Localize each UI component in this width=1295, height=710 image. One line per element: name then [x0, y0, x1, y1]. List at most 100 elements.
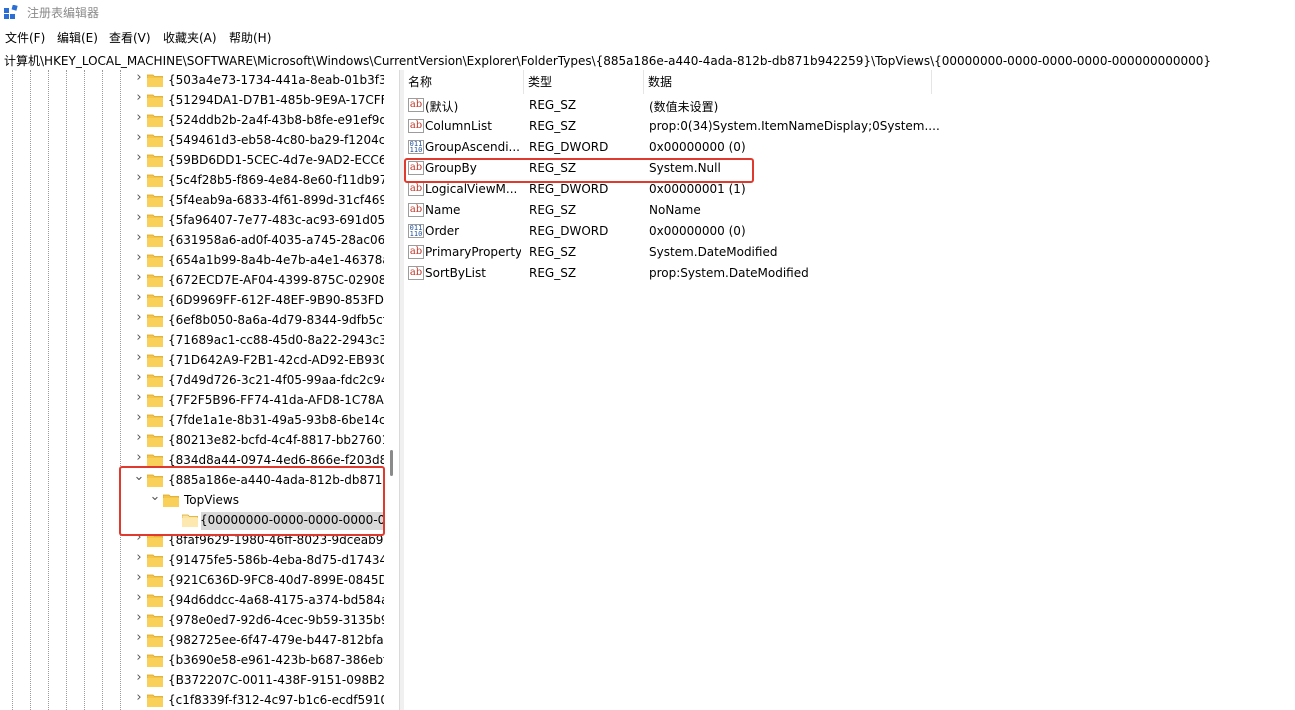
expand-chevron-icon[interactable]: › [133, 411, 145, 424]
tree-node[interactable]: › {549461d3-eb58-4c80-ba29-f1204c4 [0, 131, 384, 151]
address-path[interactable]: 计算机\HKEY_LOCAL_MACHINE\SOFTWARE\Microsof… [4, 52, 1211, 69]
value-row[interactable]: 011 110 GroupAscendi... REG_DWORD 0x00000000… [404, 137, 1295, 158]
tree-node[interactable]: › {5c4f28b5-f869-4e84-8e60-f11db97c [0, 171, 384, 191]
column-header-name[interactable]: 名称 [404, 70, 524, 94]
expand-chevron-icon[interactable]: › [133, 431, 145, 444]
tree-node[interactable]: › {6D9969FF-612F-48EF-9B90-853FD82 [0, 291, 384, 311]
expand-chevron-icon[interactable]: › [133, 631, 145, 644]
value-row[interactable]: ab Name REG_SZ NoName [404, 200, 1295, 221]
expand-chevron-icon[interactable]: › [133, 251, 145, 264]
expand-chevron-icon[interactable]: › [133, 371, 145, 384]
tree-node-label: {885a186e-a440-4ada-812b-db871b [168, 473, 384, 487]
tree-node[interactable]: › {7F2F5B96-FF74-41da-AFD8-1C78A5F [0, 391, 384, 411]
tree-node[interactable]: › {8faf9629-1980-46ff-8023-9dceab9c [0, 531, 384, 551]
expand-chevron-icon[interactable]: › [133, 211, 145, 224]
column-header-data[interactable]: 数据 [644, 70, 932, 94]
expand-chevron-icon[interactable]: › [133, 71, 145, 84]
value-data: NoName [649, 203, 701, 217]
tree-node[interactable]: › {5f4eab9a-6833-4f61-899d-31cf4697 [0, 191, 384, 211]
expand-chevron-icon[interactable]: › [133, 131, 145, 144]
folder-icon [147, 614, 163, 627]
expand-chevron-icon[interactable]: › [133, 271, 145, 284]
tree-node[interactable]: › {5fa96407-7e77-483c-ac93-691d058 [0, 211, 384, 231]
folder-icon [147, 154, 163, 167]
menu-edit[interactable]: 编辑(E) [57, 29, 98, 46]
expand-chevron-icon[interactable]: › [133, 531, 145, 544]
value-data: System.Null [649, 161, 721, 175]
expand-chevron-icon[interactable]: › [133, 331, 145, 344]
tree-node[interactable]: › {51294DA1-D7B1-485b-9E9A-17CFFE [0, 91, 384, 111]
tree-node[interactable]: › {7d49d726-3c21-4f05-99aa-fdc2c947 [0, 371, 384, 391]
expand-chevron-icon[interactable]: › [133, 91, 145, 104]
tree-node[interactable]: › {672ECD7E-AF04-4399-875C-029084 [0, 271, 384, 291]
tree-node[interactable]: › {80213e82-bcfd-4c4f-8817-bb27601 [0, 431, 384, 451]
menu-view[interactable]: 查看(V) [109, 29, 151, 46]
tree-node-label: {654a1b99-8a4b-4e7b-a4e1-46378a [168, 253, 384, 267]
collapse-chevron-icon[interactable]: ⌄ [133, 470, 145, 483]
tree-node[interactable]: › {71D642A9-F2B1-42cd-AD92-EB9300 [0, 351, 384, 371]
tree-node[interactable]: › {94d6ddcc-4a68-4175-a374-bd584a [0, 591, 384, 611]
collapse-chevron-icon[interactable]: ⌄ [149, 490, 161, 503]
tree-node[interactable]: › {834d8a44-0974-4ed6-866e-f203d80 [0, 451, 384, 471]
expand-chevron-icon[interactable]: › [133, 451, 145, 464]
tree-node[interactable]: › {503a4e73-1734-441a-8eab-01b3f38 [0, 71, 384, 91]
expand-chevron-icon[interactable]: › [133, 551, 145, 564]
tree-node[interactable]: › {7fde1a1e-8b31-49a5-93b8-6be14cf [0, 411, 384, 431]
tree-node[interactable]: › {978e0ed7-92d6-4cec-9b59-3135b9 [0, 611, 384, 631]
tree-scrollbar[interactable] [384, 70, 399, 710]
value-row[interactable]: ab GroupBy REG_SZ System.Null [404, 158, 1295, 179]
tree-node[interactable]: {00000000-0000-0000-0000-00 [0, 511, 384, 531]
folder-icon [147, 354, 163, 367]
tree-node[interactable]: › {6ef8b050-8a6a-4d79-8344-9dfb5cf3 [0, 311, 384, 331]
tree-scrollbar-thumb[interactable] [390, 450, 393, 476]
expand-chevron-icon[interactable]: › [133, 151, 145, 164]
tree-node[interactable]: › {982725ee-6f47-479e-b447-812bfa7 [0, 631, 384, 651]
tree-node[interactable]: › {71689ac1-cc88-45d0-8a22-2943c3e [0, 331, 384, 351]
value-row[interactable]: ab PrimaryProperty REG_SZ System.DateModifi… [404, 242, 1295, 263]
value-row[interactable]: ab LogicalViewM... REG_DWORD 0x00000001 (1) [404, 179, 1295, 200]
tree-node[interactable]: › {91475fe5-586b-4eba-8d75-d17434b [0, 551, 384, 571]
menu-help[interactable]: 帮助(H) [229, 29, 271, 46]
expand-chevron-icon[interactable]: › [133, 291, 145, 304]
tree-node[interactable]: › {654a1b99-8a4b-4e7b-a4e1-46378a [0, 251, 384, 271]
expand-chevron-icon[interactable]: › [133, 351, 145, 364]
expand-chevron-icon[interactable]: › [133, 651, 145, 664]
tree-node[interactable]: › {59BD6DD1-5CEC-4d7e-9AD2-ECC64 [0, 151, 384, 171]
tree-node[interactable]: › {921C636D-9FC8-40d7-899E-0845DC [0, 571, 384, 591]
value-type: REG_SZ [529, 161, 577, 175]
values-list[interactable]: 名称 类型 数据 ab (默认) REG_SZ (数值未设置) ab ColumnList… [404, 70, 1295, 710]
column-header-type[interactable]: 类型 [524, 70, 644, 94]
expand-chevron-icon[interactable]: › [133, 171, 145, 184]
expand-chevron-icon[interactable]: › [133, 591, 145, 604]
tree-node-label: {5f4eab9a-6833-4f61-899d-31cf4697 [168, 193, 384, 207]
value-row[interactable]: 011 110 Order REG_DWORD 0x00000000 (0) [404, 221, 1295, 242]
expand-chevron-icon[interactable]: › [133, 111, 145, 124]
value-row[interactable]: ab SortByList REG_SZ prop:System.DateModifi… [404, 263, 1295, 284]
tree-node[interactable]: › {631958a6-ad0f-4035-a745-28ac066 [0, 231, 384, 251]
tree-node[interactable]: ⌄ {885a186e-a440-4ada-812b-db871b [0, 470, 384, 491]
string-value-icon: ab [408, 182, 424, 196]
value-row[interactable]: ab (默认) REG_SZ (数值未设置) [404, 95, 1295, 116]
expand-chevron-icon[interactable]: › [133, 311, 145, 324]
expand-chevron-icon[interactable]: › [133, 571, 145, 584]
expand-chevron-icon[interactable]: › [133, 391, 145, 404]
tree-node[interactable]: › {B372207C-0011-438F-9151-098B2E [0, 671, 384, 691]
expand-chevron-icon[interactable]: › [133, 191, 145, 204]
value-data: prop:0(34)System.ItemNameDisplay;0System… [649, 119, 940, 133]
expand-chevron-icon[interactable]: › [133, 611, 145, 624]
tree-node[interactable]: › {c1f8339f-f312-4c97-b1c6-ecdf5910 [0, 691, 384, 710]
folder-icon [182, 514, 198, 527]
menu-favorites[interactable]: 收藏夹(A) [163, 29, 217, 46]
key-tree[interactable]: › {503a4e73-1734-441a-8eab-01b3f38 › {51294… [0, 70, 384, 710]
tree-node[interactable]: ⌄ TopViews [0, 490, 384, 511]
expand-chevron-icon[interactable]: › [133, 671, 145, 684]
menu-file[interactable]: 文件(F) [5, 29, 45, 46]
tree-node[interactable]: › {524ddb2b-2a4f-43b8-b8fe-e91ef9d [0, 111, 384, 131]
value-type: REG_SZ [529, 98, 577, 112]
expand-chevron-icon[interactable]: › [133, 231, 145, 244]
address-bar[interactable]: 计算机\HKEY_LOCAL_MACHINE\SOFTWARE\Microsof… [0, 48, 1295, 71]
expand-chevron-icon[interactable]: › [133, 691, 145, 704]
tree-node[interactable]: › {b3690e58-e961-423b-b687-386ebfc [0, 651, 384, 671]
tree-node-label: {94d6ddcc-4a68-4175-a374-bd584a [168, 593, 384, 607]
value-row[interactable]: ab ColumnList REG_SZ prop:0(34)System.ItemN… [404, 116, 1295, 137]
